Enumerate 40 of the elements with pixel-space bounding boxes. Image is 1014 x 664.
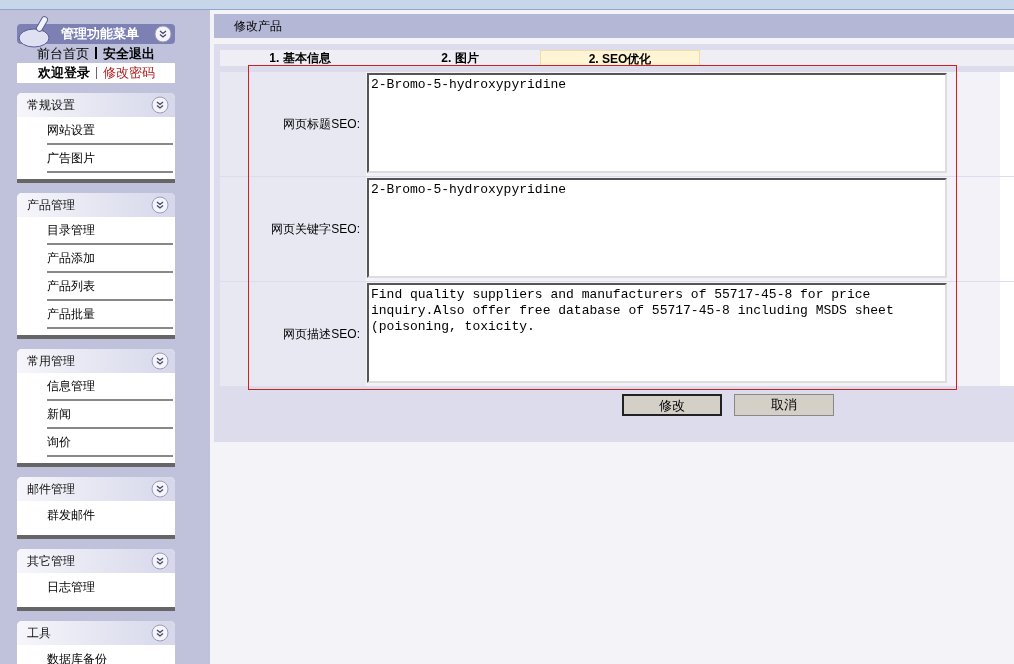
collapse-chevron-icon[interactable] — [151, 551, 169, 570]
menu-group-title[interactable]: 常用管理 — [27, 351, 75, 370]
seo-text-area[interactable]: Find quality suppliers and manufacturers of 55717-45-8 for price inquiry.Also offer free database of 55717-45-8 including MSDS sheet (poisoning, toxicity. — [367, 283, 947, 383]
home-link[interactable]: 前台首页 — [37, 43, 89, 63]
collapse-chevron-icon[interactable] — [151, 479, 169, 498]
menu-item[interactable]: 目录管理 — [47, 220, 95, 239]
collapse-chevron-icon[interactable] — [151, 95, 169, 114]
collapse-chevron-icon[interactable] — [151, 195, 169, 214]
field-label: 网页标题SEO: — [283, 116, 360, 133]
form-tab[interactable]: 2. SEO优化 — [540, 50, 700, 66]
menu-group-title[interactable]: 邮件管理 — [27, 479, 75, 498]
menu-item[interactable]: 网站设置 — [47, 120, 95, 139]
menu-item[interactable]: 数据库备份 — [47, 649, 107, 664]
welcome-text: 欢迎登录 — [37, 64, 90, 82]
change-password-link[interactable]: 修改密码 — [102, 63, 155, 83]
menu-item[interactable]: 日志管理 — [47, 577, 95, 596]
menu-item[interactable]: 新闻 — [47, 404, 71, 423]
menu-item[interactable]: 群发邮件 — [47, 505, 95, 524]
menu-item[interactable]: 广告图片 — [47, 148, 95, 167]
cancel-button[interactable]: 取消 — [734, 394, 834, 416]
menu-group-title[interactable]: 产品管理 — [27, 195, 75, 214]
menu-item[interactable]: 产品批量 — [47, 304, 95, 323]
field-label: 网页关键字SEO: — [271, 221, 360, 238]
menu-title: 管理功能菜单 — [61, 25, 140, 43]
menu-item[interactable]: 信息管理 — [47, 376, 95, 395]
submit-button[interactable]: 修改 — [622, 394, 722, 416]
menu-group-title[interactable]: 其它管理 — [27, 551, 75, 570]
menu-group-title[interactable]: 常规设置 — [27, 95, 75, 114]
menu-group-title[interactable]: 工具 — [27, 623, 51, 642]
collapse-chevron-icon[interactable] — [151, 623, 169, 642]
page-title: 修改产品 — [234, 18, 282, 35]
seo-text-area[interactable]: 2-Bromo-5-hydroxypyridine — [367, 73, 947, 173]
logout-link[interactable]: 安全退出 — [103, 43, 155, 63]
seo-text-area[interactable]: 2-Bromo-5-hydroxypyridine — [367, 178, 947, 278]
collapse-chevron-icon[interactable] — [154, 24, 172, 43]
menu-item[interactable]: 产品列表 — [47, 276, 95, 295]
collapse-chevron-icon[interactable] — [151, 351, 169, 370]
menu-item[interactable]: 产品添加 — [47, 248, 95, 267]
field-label: 网页描述SEO: — [283, 326, 360, 343]
menu-item[interactable]: 询价 — [47, 432, 71, 451]
